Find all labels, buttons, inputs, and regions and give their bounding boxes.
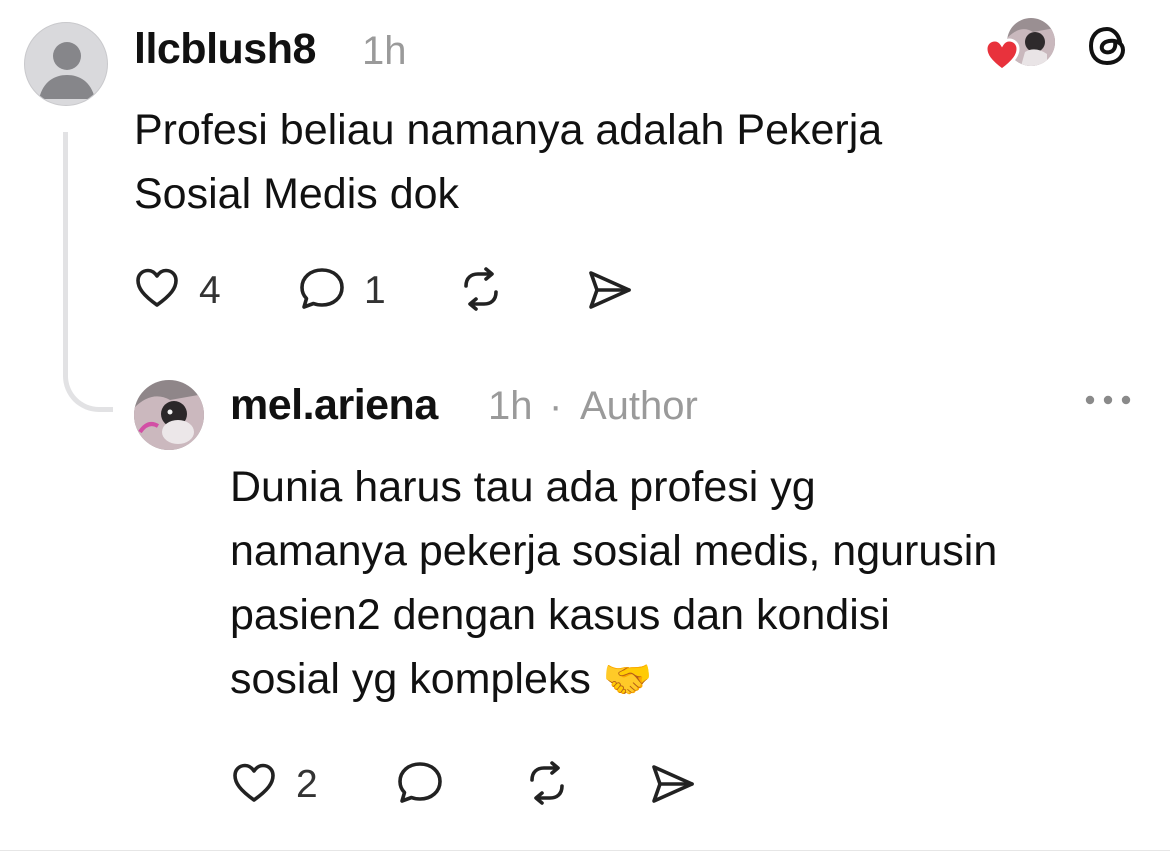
avatar-default[interactable] [24, 22, 108, 106]
post-text: Profesi beliau namanya adalah Pekerja So… [134, 106, 883, 218]
post-reply-count: 1 [364, 269, 386, 312]
post-like-count: 4 [199, 269, 221, 312]
post-username[interactable]: llcblush8 [134, 28, 316, 71]
reply-timestamp: 1h [488, 384, 533, 428]
default-avatar-icon [39, 42, 95, 99]
reply-comment-icon[interactable] [396, 760, 444, 806]
bottom-divider [0, 850, 1170, 851]
repost-icon[interactable] [458, 266, 504, 312]
reply-text: Dunia harus tau ada profesi yg namanya p… [230, 455, 1150, 712]
threads-logo-icon[interactable] [1085, 23, 1131, 69]
comment-icon[interactable] [298, 266, 346, 312]
reply-like-count: 2 [296, 763, 318, 806]
reply-like-heart-icon[interactable] [231, 762, 277, 804]
reply-username[interactable]: mel.ariena [230, 384, 438, 427]
more-options-icon[interactable] [1084, 393, 1132, 407]
reply-repost-icon[interactable] [524, 760, 570, 806]
author-badge: Author [580, 384, 698, 428]
reply-share-icon[interactable] [648, 762, 696, 806]
liked-heart-icon [984, 38, 1020, 72]
share-icon[interactable] [585, 268, 633, 312]
like-heart-icon[interactable] [134, 267, 180, 309]
handshake-emoji: 🤝 [602, 657, 653, 703]
thread-connector-line [63, 132, 113, 412]
reply-avatar[interactable] [134, 380, 204, 450]
post-timestamp: 1h [362, 29, 407, 73]
meta-separator: · [549, 384, 563, 428]
